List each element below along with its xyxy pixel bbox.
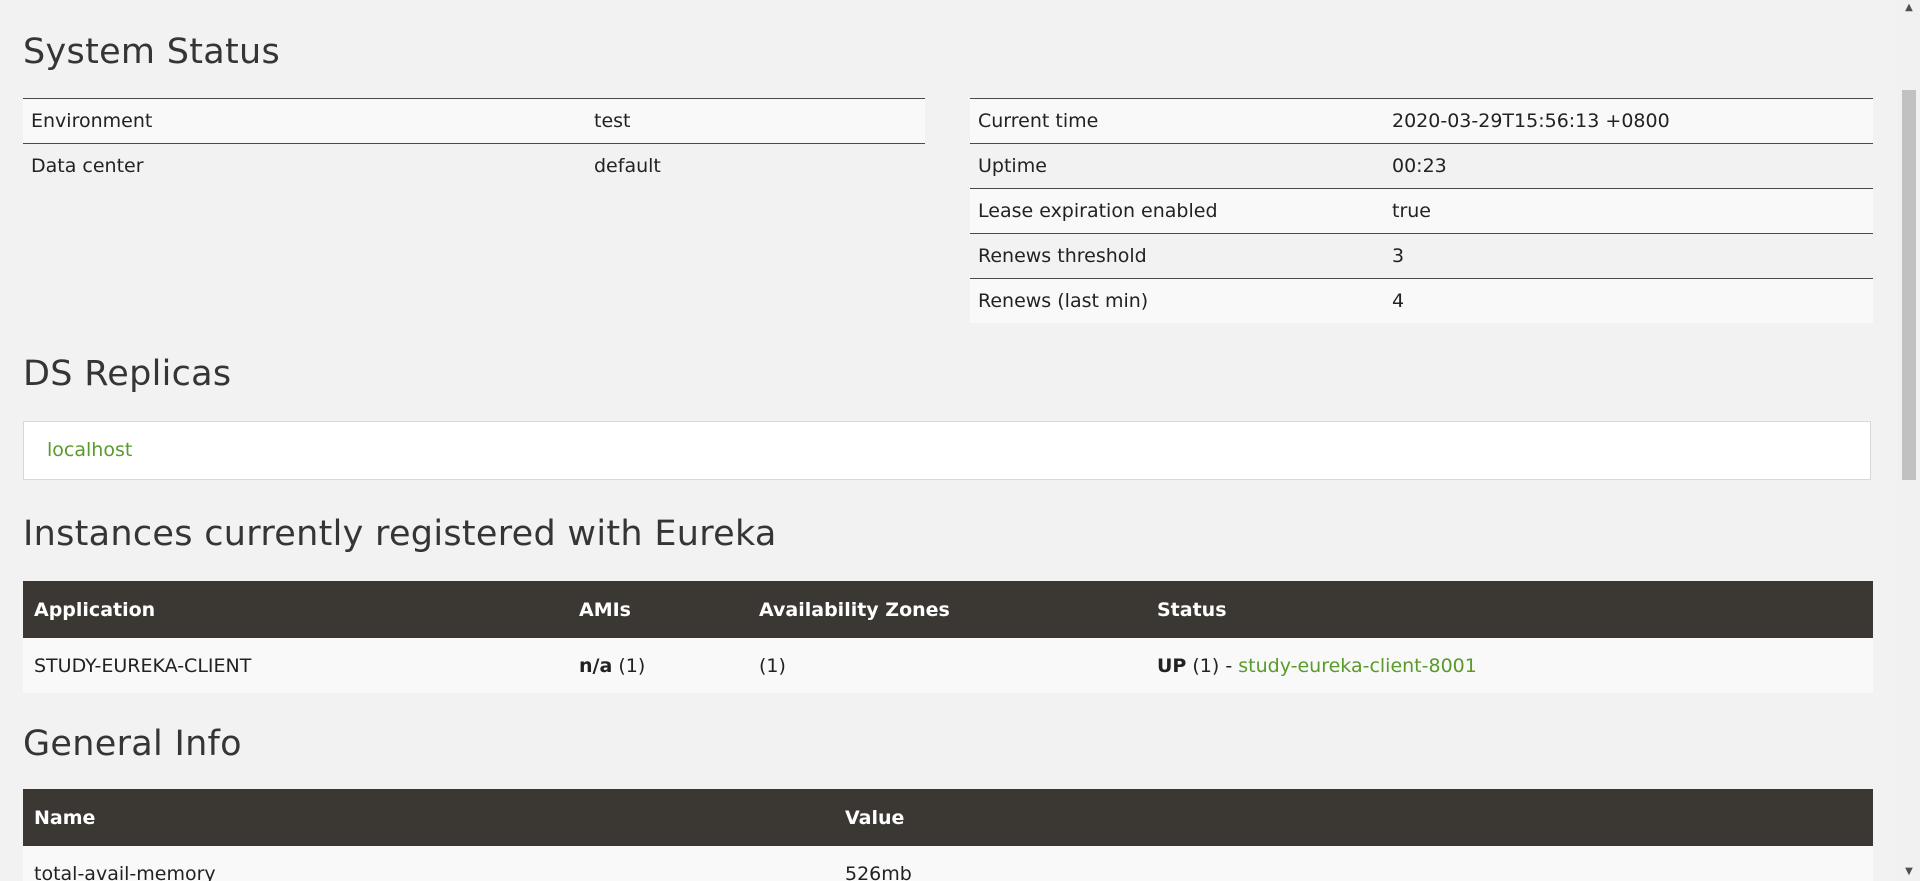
scrollbar-thumb[interactable] <box>1902 90 1916 480</box>
ds-replicas-box: localhost <box>23 421 1871 480</box>
col-value: Value <box>834 789 1873 846</box>
application-name: STUDY-EUREKA-CLIENT <box>23 638 568 693</box>
environment-label: Environment <box>23 98 586 144</box>
replica-link-localhost[interactable]: localhost <box>47 439 132 461</box>
uptime-label: Uptime <box>970 143 1384 189</box>
instances-title: Instances currently registered with Eure… <box>23 514 777 554</box>
col-application: Application <box>23 581 568 638</box>
info-value: 526mb <box>834 846 1873 881</box>
general-info-header-row: Name Value <box>23 789 1873 846</box>
data-center-value: default <box>586 143 925 188</box>
current-time-label: Current time <box>970 98 1384 144</box>
system-status-right-table: Current time 2020-03-29T15:56:13 +0800 U… <box>970 98 1873 323</box>
status-count: (1) - <box>1186 654 1239 677</box>
col-name: Name <box>23 789 834 846</box>
col-availability-zones: Availability Zones <box>748 581 1146 638</box>
col-status: Status <box>1146 581 1873 638</box>
table-row: STUDY-EUREKA-CLIENT n/a (1) (1) UP (1) -… <box>23 638 1873 693</box>
renews-last-min-label: Renews (last min) <box>970 278 1384 323</box>
vertical-scrollbar[interactable]: ▲ ▼ <box>1898 0 1920 881</box>
zones-cell: (1) <box>748 638 1146 693</box>
col-amis: AMIs <box>568 581 748 638</box>
amis-count: (1) <box>612 654 646 677</box>
amis-cell: n/a (1) <box>568 638 748 693</box>
system-status-title: System Status <box>23 32 281 72</box>
instances-header-row: Application AMIs Availability Zones Stat… <box>23 581 1873 638</box>
system-status-left-table: Environment test Data center default <box>23 98 925 188</box>
general-info-title: General Info <box>23 724 242 764</box>
environment-value: test <box>586 98 925 144</box>
current-time-value: 2020-03-29T15:56:13 +0800 <box>1384 98 1873 144</box>
lease-expiration-label: Lease expiration enabled <box>970 188 1384 234</box>
renews-last-min-value: 4 <box>1384 278 1873 323</box>
ds-replicas-title: DS Replicas <box>23 354 232 394</box>
renews-threshold-label: Renews threshold <box>970 233 1384 279</box>
lease-expiration-value: true <box>1384 188 1873 234</box>
instances-table: Application AMIs Availability Zones Stat… <box>23 581 1873 693</box>
instance-link[interactable]: study-eureka-client-8001 <box>1238 655 1477 677</box>
uptime-value: 00:23 <box>1384 143 1873 189</box>
scroll-down-arrow-icon[interactable]: ▼ <box>1903 866 1915 878</box>
eureka-dashboard: System Status Environment test Data cent… <box>0 0 1920 881</box>
amis-value: n/a <box>579 654 613 677</box>
info-name: total-avail-memory <box>23 846 834 881</box>
renews-threshold-value: 3 <box>1384 233 1873 279</box>
general-info-table: Name Value total-avail-memory 526mb <box>23 789 1873 881</box>
status-value: UP <box>1157 654 1187 677</box>
table-row: total-avail-memory 526mb <box>23 846 1873 881</box>
status-cell: UP (1) - study-eureka-client-8001 <box>1146 638 1873 693</box>
data-center-label: Data center <box>23 143 586 188</box>
scroll-up-arrow-icon[interactable]: ▲ <box>1903 2 1915 14</box>
